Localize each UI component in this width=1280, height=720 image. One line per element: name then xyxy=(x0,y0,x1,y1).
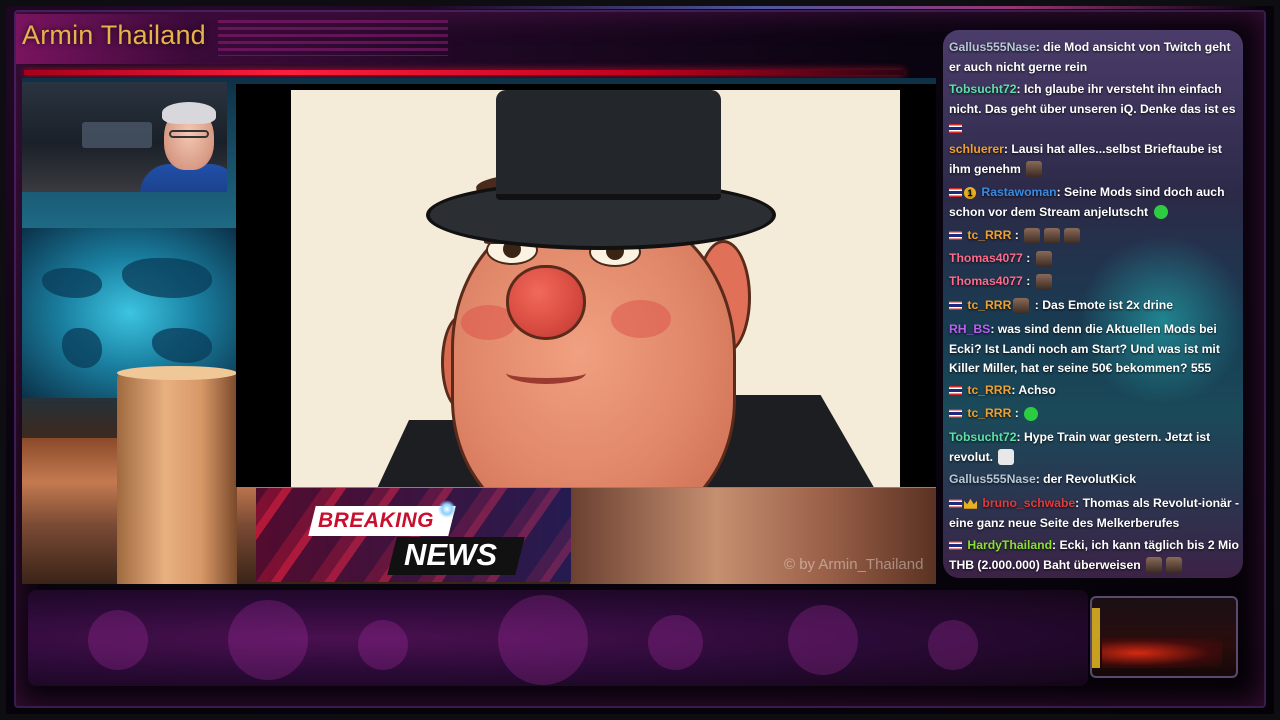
top-accent-line xyxy=(430,6,1260,9)
title-stripes xyxy=(218,20,448,56)
chat-message: tc_RRR : Das Emote ist 2x drine xyxy=(949,296,1241,316)
flag-icon xyxy=(949,231,962,241)
secondary-camera xyxy=(1090,596,1238,678)
chat-message: tc_RRR : xyxy=(949,404,1241,424)
emote-icon xyxy=(1035,273,1052,290)
chat-username[interactable]: Thomas4077 xyxy=(949,251,1023,265)
chat-text: : xyxy=(1022,251,1031,265)
news-text: NEWS xyxy=(404,537,497,572)
chat-username[interactable]: Gallus555Nase xyxy=(949,40,1036,54)
chat-message: schluerer: Lausi hat alles...selbst Brie… xyxy=(949,140,1241,179)
flag-icon xyxy=(949,386,962,396)
chat-message: Tobsucht72: Ich glaube ihr versteht ihn … xyxy=(949,80,1241,139)
chat-message: HardyThailand: Ecki, ich kann täglich bi… xyxy=(949,536,1241,575)
crown-badge-icon xyxy=(964,498,977,509)
chat-message: tc_RRR: Achso xyxy=(949,381,1241,401)
chat-username[interactable]: Gallus555Nase xyxy=(949,472,1036,486)
webcam-feed xyxy=(22,82,227,192)
chat-text: : xyxy=(1022,274,1031,288)
chat-message: RH_BS: was sind denn die Aktuellen Mods … xyxy=(949,320,1241,379)
streamer-glasses xyxy=(169,130,209,138)
chat-text: : der RevolutKick xyxy=(1035,472,1136,486)
chat-username[interactable]: Tobsucht72 xyxy=(949,82,1017,96)
sparkle-icon xyxy=(438,500,456,518)
studio-pillar-top xyxy=(117,366,237,380)
emote-icon xyxy=(1024,406,1039,421)
channel-title: Armin Thailand xyxy=(22,20,206,50)
webcam-background-object xyxy=(82,122,152,148)
chat-username[interactable]: Tobsucht72 xyxy=(949,430,1017,444)
chat-username[interactable]: Thomas4077 xyxy=(949,274,1023,288)
chat-text: : Das Emote ist 2x drine xyxy=(1031,298,1173,312)
flag-icon xyxy=(949,188,962,198)
emote-icon xyxy=(1026,161,1043,178)
chat-username[interactable]: Rastawoman xyxy=(981,185,1056,199)
emote-icon xyxy=(1044,227,1061,244)
chat-username[interactable]: tc_RRR xyxy=(967,298,1011,312)
studio-pillar xyxy=(117,370,237,584)
chat-text: : Achso xyxy=(1011,383,1056,397)
chat-username[interactable]: tc_RRR xyxy=(967,228,1011,242)
camera-edge xyxy=(1092,608,1100,668)
emote-icon xyxy=(1146,557,1163,574)
emote-icon xyxy=(1153,205,1168,220)
chat-message: Gallus555Nase: der RevolutKick xyxy=(949,470,1241,490)
emote-icon xyxy=(1166,557,1183,574)
camera-red-light xyxy=(1102,638,1222,668)
chat-message: tc_RRR : xyxy=(949,226,1241,246)
red-nose xyxy=(506,265,586,340)
flag-icon xyxy=(949,409,962,419)
red-divider-line xyxy=(24,70,904,75)
chat-panel: Gallus555Nase: die Mod ansicht von Twitc… xyxy=(943,30,1243,578)
chat-username[interactable]: schluerer xyxy=(949,142,1004,156)
emote-icon xyxy=(1024,227,1041,244)
chat-username[interactable]: tc_RRR xyxy=(967,383,1011,397)
bowler-hat-crown xyxy=(496,90,721,200)
breaking-text: BREAKING xyxy=(318,509,435,532)
emote-icon xyxy=(1035,250,1052,267)
chat-username[interactable]: HardyThailand xyxy=(967,538,1052,552)
chat-message: Thomas4077 : xyxy=(949,272,1241,292)
emote-icon xyxy=(998,449,1015,466)
chat-username[interactable]: RH_BS xyxy=(949,322,990,336)
emote-icon xyxy=(1064,227,1081,244)
mouth xyxy=(506,362,586,384)
chat-text: : was sind denn die Aktuellen Mods bei E… xyxy=(949,322,1220,375)
chat-text: : xyxy=(1011,228,1019,242)
flag-icon xyxy=(949,541,962,551)
caricature-image xyxy=(291,90,900,487)
chat-text: : xyxy=(1011,406,1019,420)
chat-username[interactable]: bruno_schwabe xyxy=(982,496,1075,510)
chat-message: 1 Rastawoman: Seine Mods sind doch auch … xyxy=(949,183,1241,222)
watermark: © by Armin_Thailand xyxy=(784,556,924,573)
cheek-right xyxy=(611,300,671,338)
flag-icon xyxy=(949,499,962,509)
chat-message: Gallus555Nase: die Mod ansicht von Twitc… xyxy=(949,38,1241,77)
chat-message: Thomas4077 : xyxy=(949,249,1241,269)
chat-username[interactable]: tc_RRR xyxy=(967,406,1011,420)
chat-message: bruno_schwabe: Thomas als Revolut-ionär … xyxy=(949,494,1241,533)
flag-icon xyxy=(949,124,962,134)
streamer-hair xyxy=(162,102,216,124)
flag-icon xyxy=(949,301,962,311)
bottom-bokeh-bar xyxy=(28,590,1088,686)
badge-icon: 1 xyxy=(964,186,976,199)
emote-icon xyxy=(1013,297,1030,314)
chat-message: Tobsucht72: Hype Train war gestern. Jetz… xyxy=(949,428,1241,467)
